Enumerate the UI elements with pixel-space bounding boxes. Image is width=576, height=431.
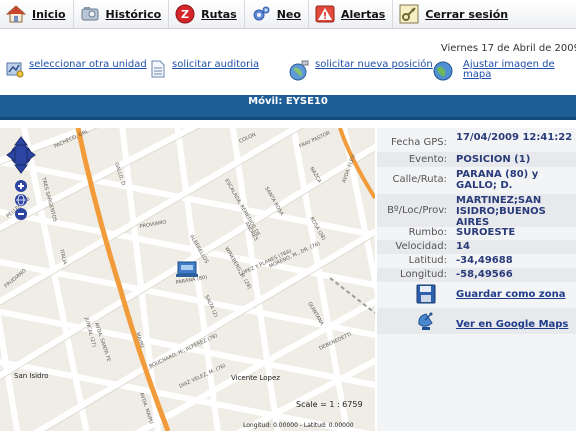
zoom-out-icon[interactable] xyxy=(15,208,27,220)
vehicle-marker-icon[interactable] xyxy=(176,261,198,277)
detail-label: Velocidad: xyxy=(395,241,447,252)
nav-inicio[interactable]: Inicio xyxy=(0,0,74,28)
current-date: Viernes 17 de Abril de 2009 xyxy=(440,43,576,54)
nav-cerrar-sesion[interactable]: Cerrar sesión xyxy=(393,0,515,28)
document-icon xyxy=(151,60,165,78)
detail-label: Evento: xyxy=(408,154,447,165)
save-zone-link[interactable]: Guardar como zona xyxy=(456,289,574,300)
request-position-action[interactable]: solicitar nueva posición xyxy=(288,60,433,82)
detail-value: 14 xyxy=(456,241,470,252)
detail-value: MARTINEZ;SAN ISIDRO;BUENOS AIRES xyxy=(456,195,546,228)
zoom-in-icon[interactable] xyxy=(15,180,27,192)
request-position-link[interactable]: solicitar nueva posición xyxy=(315,60,433,70)
detail-longitud: Longitud: -58,49566 xyxy=(377,268,576,282)
select-unit-icon xyxy=(6,62,24,78)
history-icon xyxy=(81,7,99,21)
routes-icon: Z xyxy=(175,4,195,24)
detail-calle: Calle/Ruta: PARANA (80) y GALLO; D. xyxy=(377,168,576,194)
detail-label: Calle/Ruta: xyxy=(392,174,447,185)
globe-icon xyxy=(433,61,453,81)
home-icon xyxy=(6,5,26,23)
google-maps-link[interactable]: Ver en Google Maps xyxy=(456,319,574,330)
place-label-vicente-lopez: Vicente Lopez xyxy=(231,374,280,382)
detail-label: Latitud: xyxy=(408,255,447,266)
top-nav: Inicio Histórico Z Rutas Neo Alertas Cer… xyxy=(0,0,576,29)
select-unit-link[interactable]: seleccionar otra unidad xyxy=(29,60,147,70)
detail-evento: Evento: POSICION (1) xyxy=(377,152,576,167)
request-audit-link[interactable]: solicitar auditoria xyxy=(172,60,259,70)
nav-label: Histórico xyxy=(105,7,162,21)
nav-label: Alertas xyxy=(340,7,386,21)
nav-label: Inicio xyxy=(32,7,66,21)
nav-label: Rutas xyxy=(201,7,237,21)
pan-control-icon[interactable] xyxy=(6,136,36,174)
select-unit-action[interactable]: seleccionar otra unidad xyxy=(6,60,147,78)
detail-loc: Bº/Loc/Prov: MARTINEZ;SAN ISIDRO;BUENOS … xyxy=(377,194,576,228)
detail-label: Fecha GPS: xyxy=(391,137,447,148)
mobile-title-bar: Móvil: EYSE10 xyxy=(0,95,576,120)
fit-map-line2: mapa xyxy=(463,69,492,80)
detail-rumbo: Rumbo: SUROESTE xyxy=(377,226,576,240)
fit-map-link[interactable]: Ajustar imagen de mapa xyxy=(463,60,555,80)
svg-text:Z: Z xyxy=(181,8,189,21)
detail-label: Longitud: xyxy=(400,269,447,280)
satellite-dish-icon[interactable] xyxy=(415,310,437,332)
detail-value: -58,49566 xyxy=(456,269,513,280)
nav-neo[interactable]: Neo xyxy=(245,0,309,28)
logout-icon xyxy=(399,4,419,24)
map-scale: Scale = 1 : 6759 xyxy=(296,400,363,409)
save-zone-row: Guardar como zona xyxy=(377,282,576,306)
fit-map-action[interactable]: Ajustar imagen de mapa xyxy=(432,60,555,82)
place-label-san-isidro: San Isidro xyxy=(14,372,49,380)
nav-historico[interactable]: Histórico xyxy=(74,0,170,28)
alert-icon xyxy=(315,5,335,23)
detail-value: 17/04/2009 12:41:22 xyxy=(456,132,573,143)
map-canvas: PACHECO, GRL TRES SARGENTOS AVDA. SANTA … xyxy=(0,128,375,431)
nav-label: Neo xyxy=(276,7,301,21)
map-coords: Longitud: 0.00000 - Latitud: 0.00000 xyxy=(243,422,354,429)
nav-rutas[interactable]: Z Rutas xyxy=(169,0,245,28)
nav-alertas[interactable]: Alertas xyxy=(309,0,394,28)
detail-label: Rumbo: xyxy=(408,227,447,238)
detail-latitud: Latitud: -34,49688 xyxy=(377,254,576,268)
nav-label: Cerrar sesión xyxy=(425,7,509,21)
detail-value: -34,49688 xyxy=(456,255,513,266)
mobile-title: Móvil: EYSE10 xyxy=(248,96,328,107)
world-view-icon[interactable] xyxy=(15,194,27,206)
details-panel: Fecha GPS: 17/04/2009 12:41:22 Evento: P… xyxy=(377,128,576,431)
globe-satellite-icon xyxy=(289,60,309,81)
neo-icon xyxy=(253,6,270,21)
save-zone-icon[interactable] xyxy=(416,284,436,304)
detail-velocidad: Velocidad: 14 xyxy=(377,240,576,254)
detail-value: POSICION (1) xyxy=(456,154,531,165)
map-view[interactable]: PACHECO, GRL TRES SARGENTOS AVDA. SANTA … xyxy=(0,128,375,431)
request-audit-action[interactable]: solicitar auditoria xyxy=(149,60,259,78)
action-bar: seleccionar otra unidad solicitar audito… xyxy=(0,60,576,92)
detail-value: PARANA (80) y GALLO; D. xyxy=(456,169,539,191)
detail-label: Bº/Loc/Prov: xyxy=(387,205,447,216)
google-maps-row: Ver en Google Maps xyxy=(377,308,576,334)
detail-value: SUROESTE xyxy=(456,227,516,238)
map-controls xyxy=(6,136,36,220)
